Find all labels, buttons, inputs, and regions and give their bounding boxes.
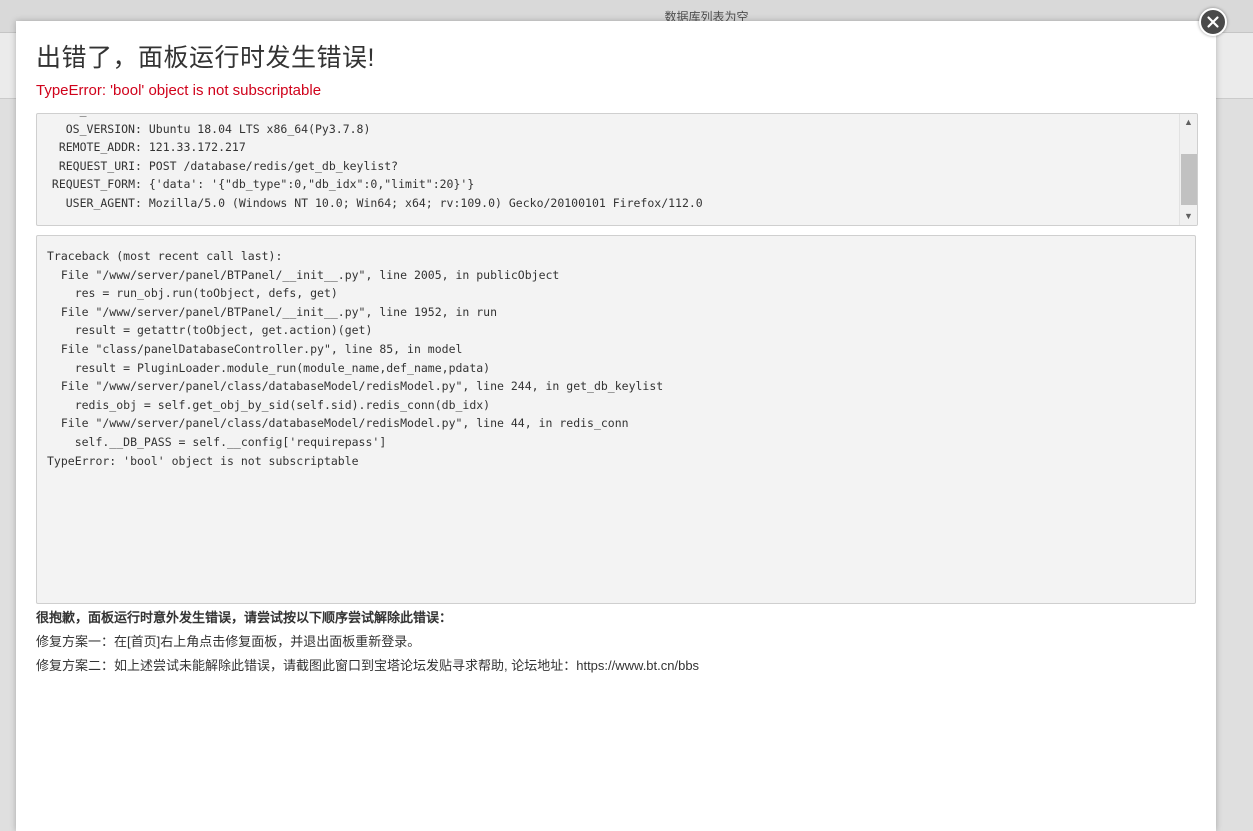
env-info-key: OS_VERSION (65, 121, 135, 136)
env-info-value: : POST /database/redis/get_db_keylist? (135, 158, 399, 173)
error-dialog-title: 出错了，面板运行时发生错误! (36, 44, 375, 72)
environment-scrollbar[interactable]: ▲ ▼ (1179, 114, 1197, 225)
environment-info-box[interactable]: PAN_VERSION: 7.9.10OS_VERSION: Ubuntu 18… (36, 113, 1198, 226)
close-button[interactable] (1199, 8, 1227, 36)
env-info-key: REMOTE_ADDR (58, 140, 135, 155)
env-info-value: : {'data': '{"db_type":0,"db_idx":0,"lim… (135, 177, 475, 192)
env-info-value: : 121.33.172.217 (135, 140, 246, 155)
env-info-key: USER_AGENT (65, 195, 135, 210)
env-info-row: REQUEST_URI: POST /database/redis/get_db… (37, 157, 1177, 176)
env-info-row: PAN_VERSION: 7.9.10 (37, 114, 1177, 120)
scroll-thumb[interactable] (1181, 154, 1197, 205)
env-info-value: : Ubuntu 18.04 LTS x86_64(Py3.7.8) (135, 121, 371, 136)
env-info-row: REMOTE_ADDR: 121.33.172.217 (37, 138, 1177, 157)
env-info-key: PAN_VERSION (47, 114, 135, 120)
close-icon (1207, 16, 1219, 28)
env-info-row: REQUEST_FORM: {'data': '{"db_type":0,"db… (37, 175, 1177, 194)
env-info-row: OS_VERSION: Ubuntu 18.04 LTS x86_64(Py3.… (37, 120, 1177, 139)
env-info-value: : 7.9.10 (135, 114, 190, 117)
fix-option-2: 修复方案二：如上述尝试未能解除此错误，请截图此窗口到宝塔论坛发贴寻求帮助, 论坛… (36, 658, 700, 673)
help-section: 很抱歉，面板运行时意外发生错误，请尝试按以下顺序尝试解除此错误： 修复方案一：在… (36, 606, 699, 678)
scroll-down-arrow-icon[interactable]: ▼ (1180, 208, 1197, 225)
env-info-key: REQUEST_FORM (51, 177, 135, 192)
error-summary: TypeError: 'bool' object is not subscrip… (36, 82, 322, 99)
env-info-value: : Mozilla/5.0 (Windows NT 10.0; Win64; x… (135, 195, 703, 210)
environment-info-content: PAN_VERSION: 7.9.10OS_VERSION: Ubuntu 18… (37, 114, 1177, 213)
traceback-box[interactable]: Traceback (most recent call last): File … (36, 235, 1196, 604)
error-dialog: 出错了，面板运行时发生错误! TypeError: 'bool' object … (16, 8, 1227, 831)
env-info-row: USER_AGENT: Mozilla/5.0 (Windows NT 10.0… (37, 194, 1177, 213)
fix-option-1: 修复方案一：在[首页]右上角点击修复面板，并退出面板重新登录。 (36, 634, 421, 649)
env-info-key: REQUEST_URI (58, 158, 135, 173)
help-heading: 很抱歉，面板运行时意外发生错误，请尝试按以下顺序尝试解除此错误： (36, 610, 453, 625)
scroll-up-arrow-icon[interactable]: ▲ (1180, 114, 1197, 131)
